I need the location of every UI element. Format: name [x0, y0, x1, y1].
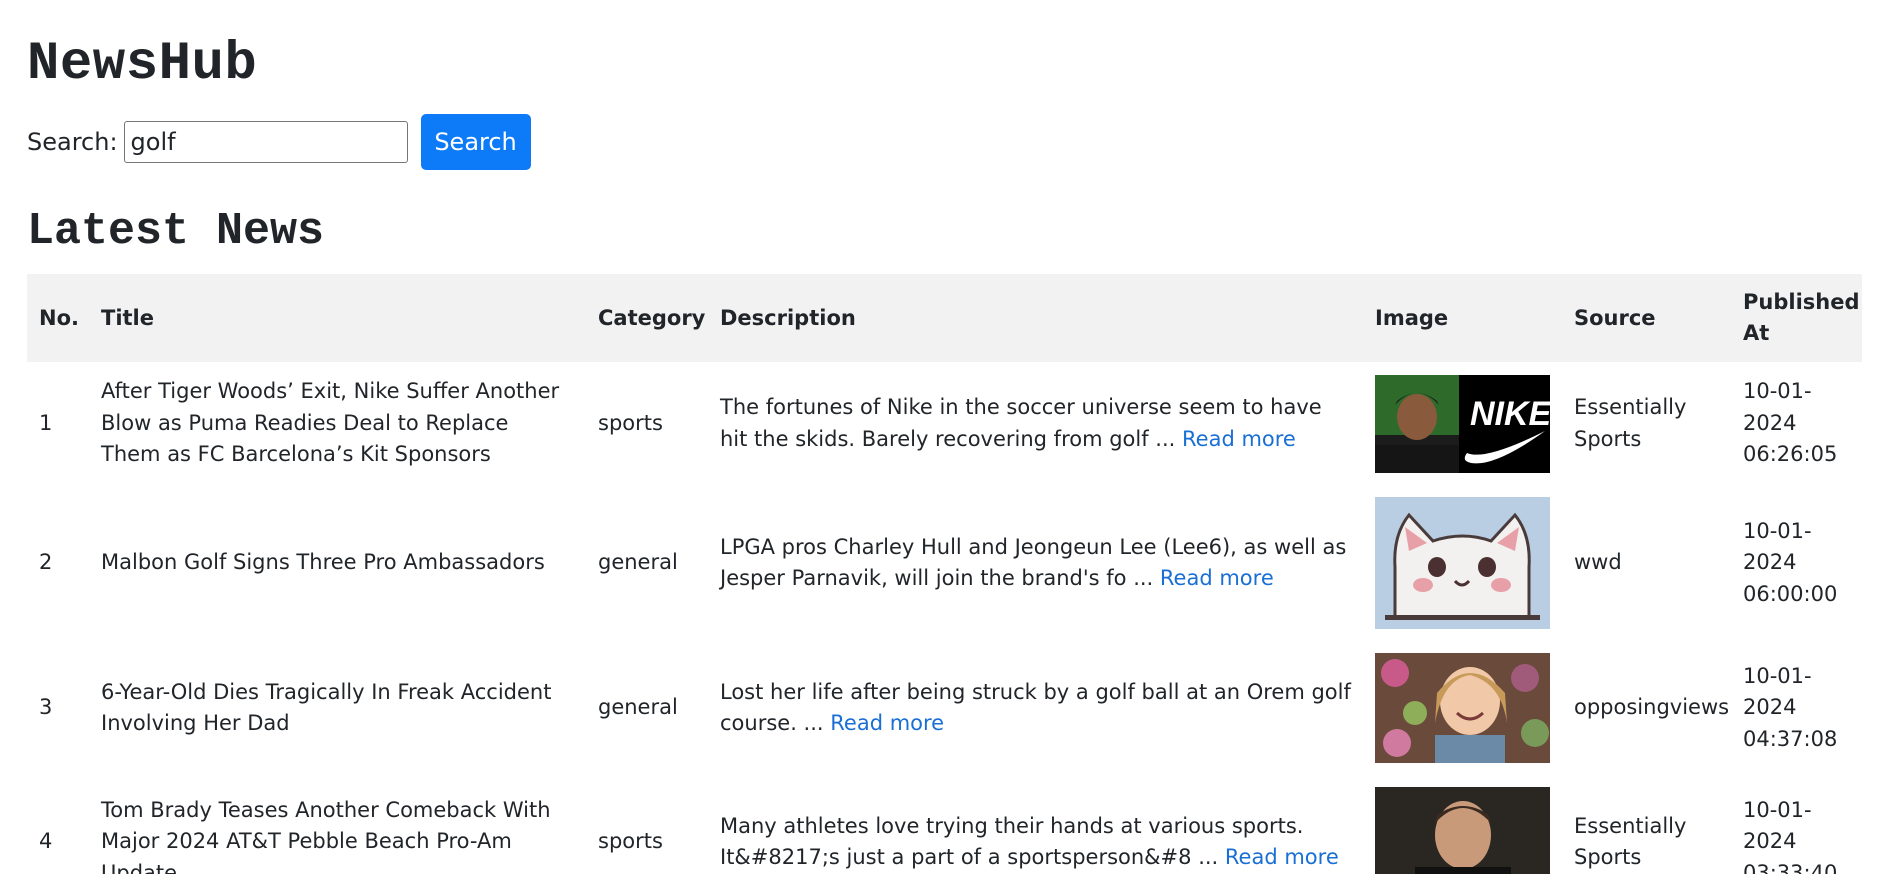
news-table: No. Title Category Description Image Sou… — [27, 274, 1862, 874]
section-title: Latest News — [27, 206, 325, 257]
column-header-description: Description — [720, 305, 856, 330]
table-row: 4 Tom Brady Teases Another Comeback With… — [27, 775, 1862, 874]
cell-image: NIKE — [1363, 362, 1562, 485]
article-image — [1375, 653, 1550, 763]
column-header-category: Category — [598, 305, 706, 330]
cell-description: LPGA pros Charley Hull and Jeongeun Lee … — [708, 485, 1363, 641]
search-button[interactable]: Search — [420, 114, 531, 170]
search-label: Search: — [27, 128, 118, 156]
cell-source: Essentially Sports — [1574, 813, 1687, 870]
article-image — [1375, 497, 1550, 629]
cell-source: opposingviews — [1574, 695, 1730, 720]
cell-title: Tom Brady Teases Another Comeback With M… — [101, 797, 551, 874]
read-more-link[interactable]: Read more — [1160, 566, 1274, 590]
cell-source: wwd — [1574, 550, 1622, 575]
cell-published: 10-01-2024 03:33:40 — [1743, 797, 1838, 874]
table-row: 2 Malbon Golf Signs Three Pro Ambassador… — [27, 485, 1862, 641]
cell-category: sports — [598, 410, 663, 435]
cell-title: Malbon Golf Signs Three Pro Ambassadors — [101, 550, 545, 575]
table-row: 3 6-Year-Old Dies Tragically In Freak Ac… — [27, 641, 1862, 775]
column-header-image: Image — [1375, 305, 1449, 330]
site-title: NewsHub — [27, 34, 258, 95]
cell-title: 6-Year-Old Dies Tragically In Freak Acci… — [101, 679, 552, 736]
cell-title: After Tiger Woods’ Exit, Nike Suffer Ano… — [101, 379, 560, 467]
cell-description: Many athletes love trying their hands at… — [708, 775, 1363, 874]
table-row: 1 After Tiger Woods’ Exit, Nike Suffer A… — [27, 362, 1862, 485]
cell-published: 10-01-2024 04:37:08 — [1743, 663, 1838, 751]
cell-no: 3 — [39, 695, 53, 720]
page: NewsHub Search: Search Latest News No. T… — [0, 0, 1888, 874]
cell-category: general — [598, 695, 678, 720]
read-more-link[interactable]: Read more — [830, 711, 944, 735]
cell-no: 1 — [39, 410, 53, 435]
article-image — [1375, 787, 1550, 874]
column-header-source: Source — [1574, 305, 1656, 330]
cell-published: 10-01-2024 06:00:00 — [1743, 518, 1838, 606]
read-more-link[interactable]: Read more — [1225, 845, 1339, 869]
description-text: Lost her life after being struck by a go… — [720, 679, 1351, 736]
cell-category: sports — [598, 829, 663, 854]
search-input[interactable] — [123, 121, 408, 163]
cell-description: The fortunes of Nike in the soccer unive… — [708, 362, 1363, 485]
cell-image — [1363, 641, 1562, 775]
cell-no: 2 — [39, 550, 53, 575]
column-header-title: Title — [101, 305, 155, 330]
description-text: Many athletes love trying their hands at… — [720, 813, 1304, 870]
cell-category: general — [598, 550, 678, 575]
cell-published: 10-01-2024 06:26:05 — [1743, 379, 1838, 467]
cell-source: Essentially Sports — [1574, 395, 1687, 451]
column-header-no: No. — [39, 305, 79, 330]
search-form: Search: Search — [27, 114, 1861, 170]
column-header-published: Published At — [1743, 290, 1860, 345]
cell-no: 4 — [39, 829, 53, 854]
article-image: NIKE — [1375, 374, 1550, 473]
read-more-link[interactable]: Read more — [1182, 427, 1296, 451]
cell-description: Lost her life after being struck by a go… — [708, 641, 1363, 775]
cell-image — [1363, 775, 1562, 874]
svg-text:NIKE: NIKE — [1470, 395, 1550, 433]
cell-image — [1363, 485, 1562, 641]
table-header-row: No. Title Category Description Image Sou… — [27, 274, 1862, 362]
